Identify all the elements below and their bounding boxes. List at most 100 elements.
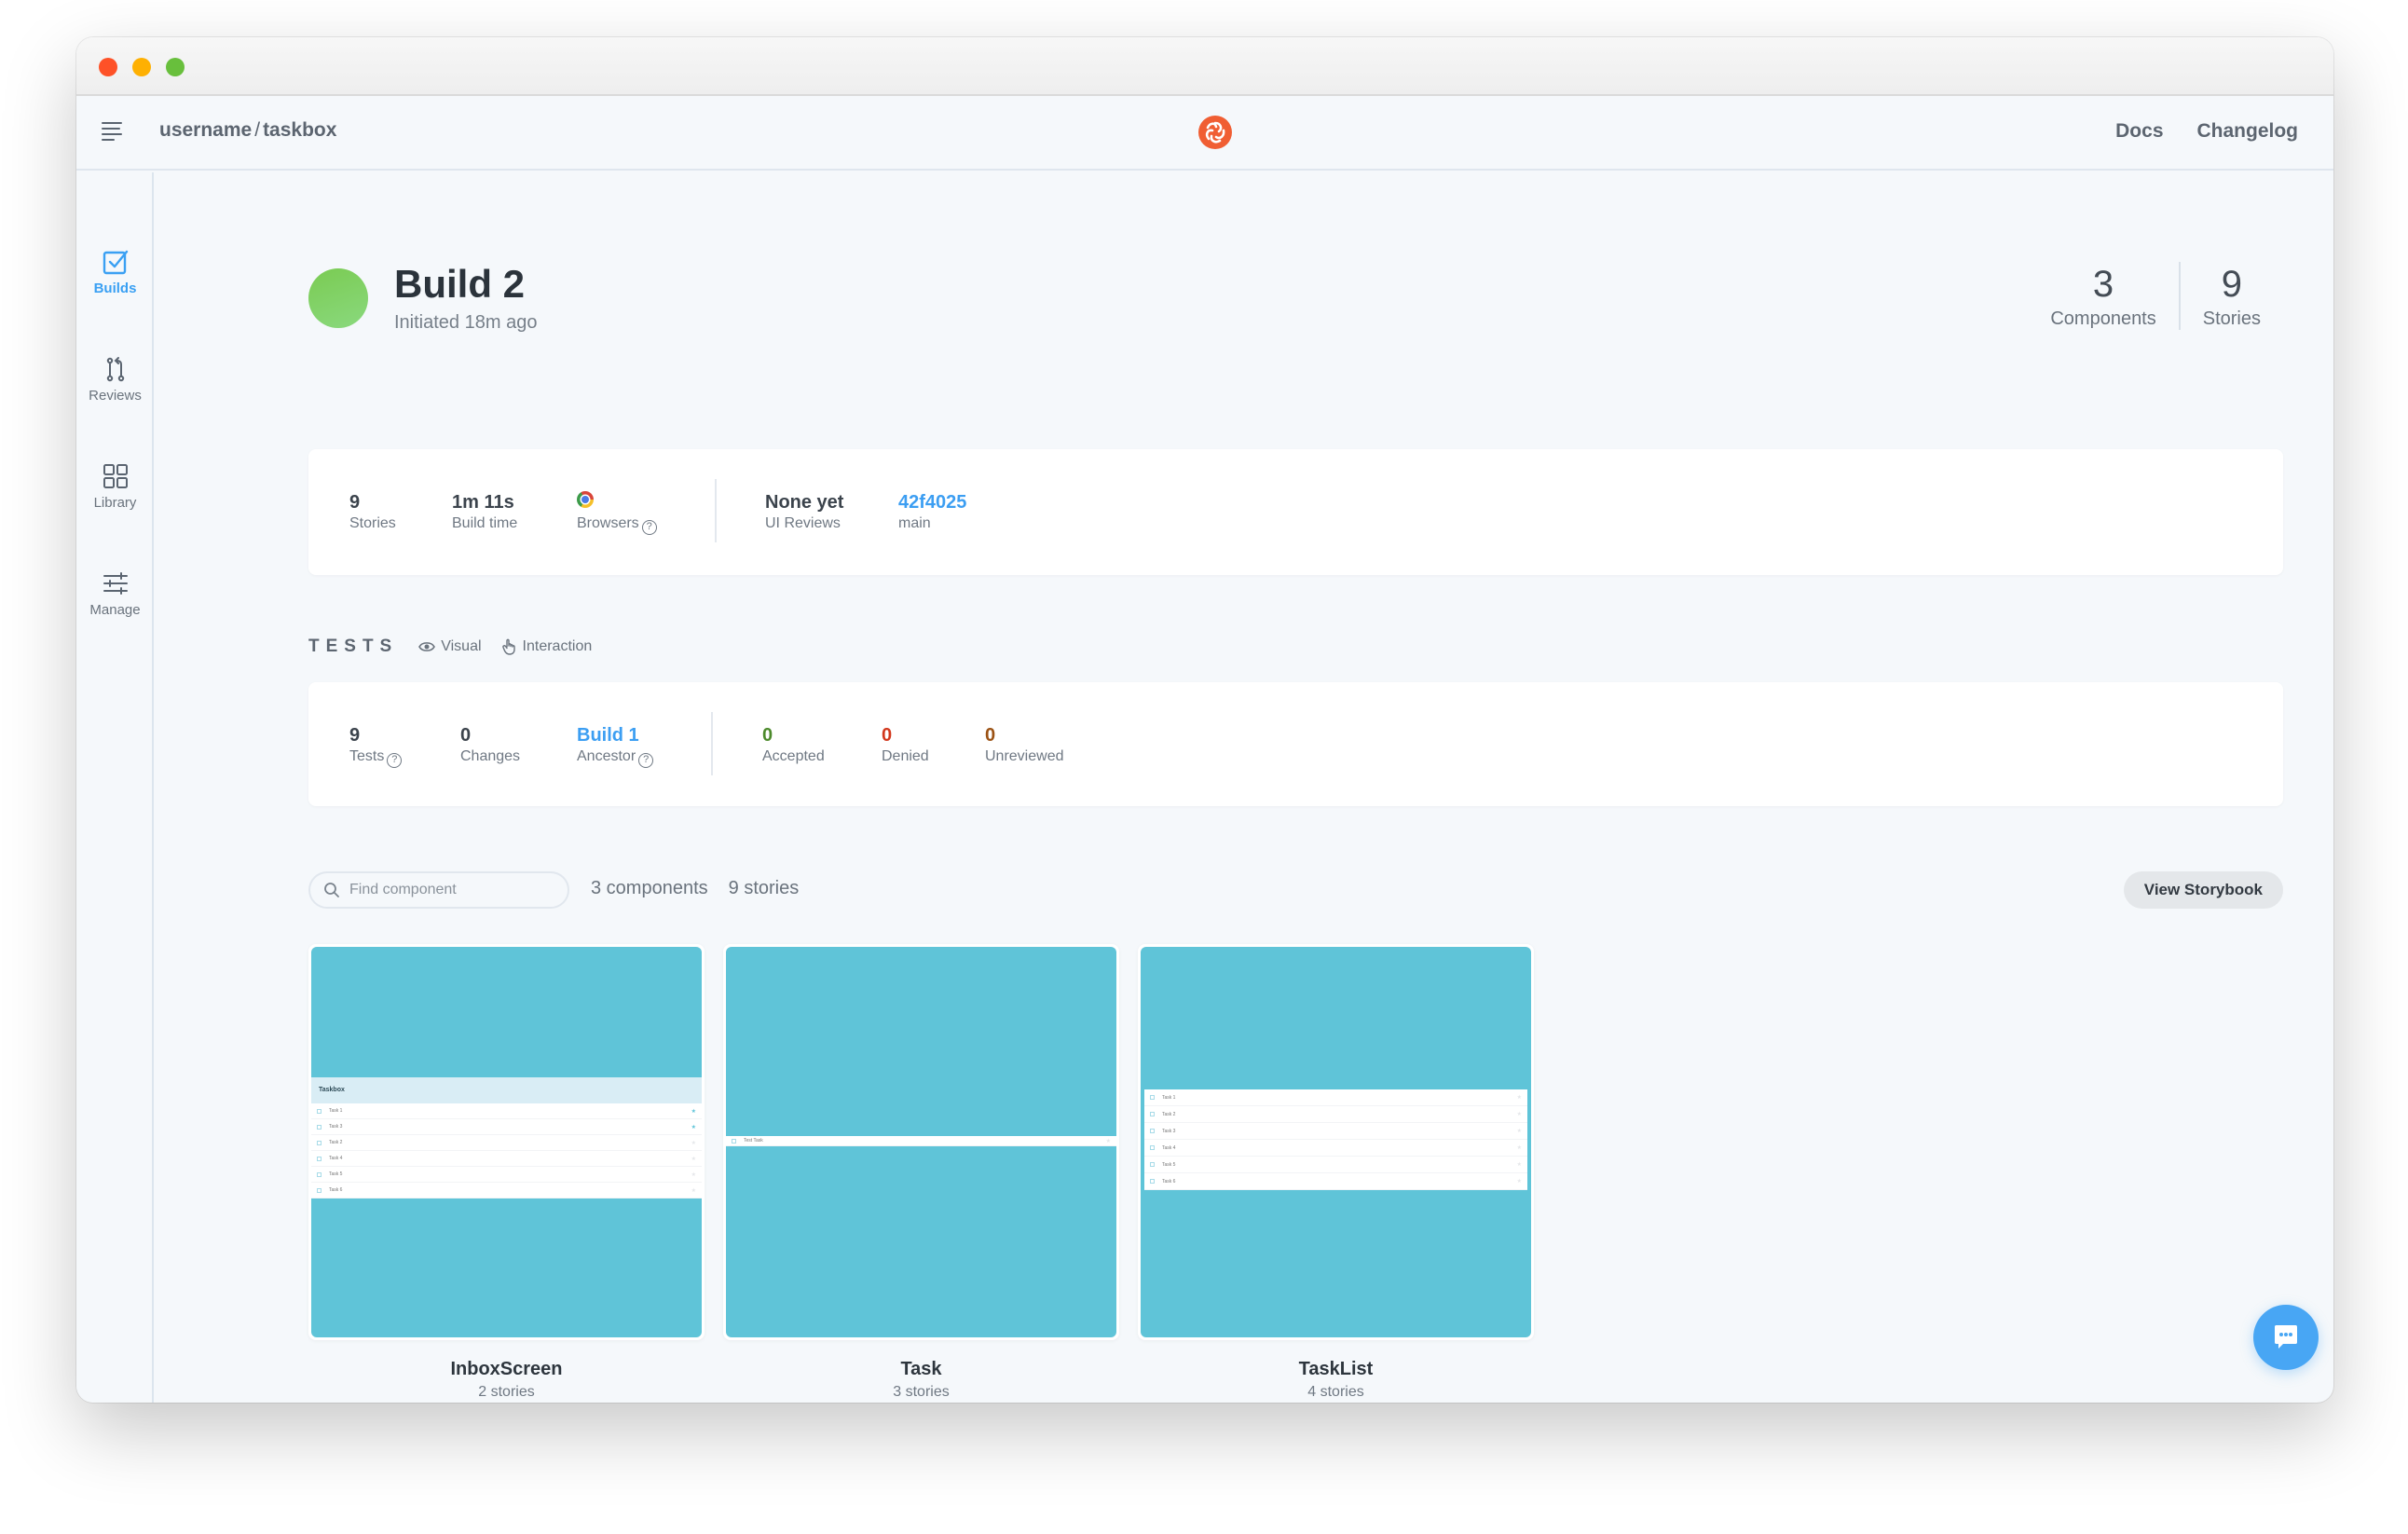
minimize-window-button[interactable]	[132, 58, 151, 76]
view-storybook-button[interactable]: View Storybook	[2123, 871, 2283, 909]
star-icon: ★	[1516, 1129, 1522, 1134]
metric-browsers: Browsers?	[577, 491, 657, 535]
pointer-hand-icon	[501, 638, 515, 655]
checkbox-icon	[103, 250, 128, 275]
star-icon: ★	[691, 1140, 696, 1146]
commit-link[interactable]: 42f4025	[898, 491, 966, 514]
preview-heading: Taskbox	[311, 1077, 702, 1103]
metric-value: 9	[349, 492, 361, 513]
tests-header: TESTS Visual Interaction	[308, 637, 592, 657]
preview-task-row: Task 2 ★	[1144, 1106, 1527, 1123]
pull-request-icon	[106, 357, 124, 382]
preview-task-row: Task 6 ★	[311, 1183, 702, 1198]
metric-label: Tests	[349, 748, 385, 764]
component-thumbnail[interactable]: Taskbox Task 1 ★ Task 3 ★ Task 2 ★ Task 4 ★ …	[308, 944, 705, 1340]
help-icon[interactable]: ?	[641, 520, 657, 535]
component-thumbnail[interactable]: Test Task ★	[723, 944, 1119, 1340]
star-icon: ★	[691, 1108, 696, 1115]
summary-label: Components	[2050, 308, 2156, 329]
preview-task-row: Task 4 ★	[311, 1151, 702, 1167]
docs-link[interactable]: Docs	[2115, 120, 2163, 143]
preview-task-row: Task 1 ★	[1144, 1089, 1527, 1106]
component-name[interactable]: Task	[723, 1359, 1119, 1380]
component-name[interactable]: TaskList	[1138, 1359, 1534, 1380]
app-window: username/taskbox Docs Changelog Builds	[76, 37, 2333, 1403]
metric-ancestor: Build 1 Ancestor?	[577, 724, 654, 768]
help-icon[interactable]: ?	[387, 753, 403, 768]
preview-task-row: Task 2 ★	[311, 1135, 702, 1151]
main-content: Build 2 Initiated 18m ago 3 Components 9…	[231, 172, 2333, 1403]
metric-unreviewed: 0 Unreviewed	[985, 724, 1063, 765]
metric-value: 0	[985, 725, 996, 746]
star-icon: ★	[691, 1187, 696, 1194]
sliders-icon	[103, 572, 128, 595]
star-icon: ★	[1105, 1138, 1111, 1144]
breadcrumb-owner[interactable]: username	[159, 119, 252, 141]
sidebar-item-label: Library	[93, 495, 137, 511]
preview-tasklist: Task 1 ★ Task 2 ★ Task 3 ★ Task 4 ★ Task 5 ★ …	[1144, 1089, 1527, 1190]
help-icon[interactable]: ?	[638, 753, 654, 768]
sidebar-item-builds[interactable]: Builds	[76, 249, 154, 296]
metric-denied: 0 Denied	[882, 724, 929, 765]
star-icon: ★	[1516, 1162, 1522, 1168]
ancestor-link[interactable]: Build 1	[577, 724, 653, 746]
component-name[interactable]: InboxScreen	[308, 1359, 705, 1380]
changelog-link[interactable]: Changelog	[2197, 120, 2299, 143]
metric-label: Ancestor	[577, 748, 636, 764]
build-summary: 3 Components 9 Stories	[2028, 262, 2283, 330]
sidebar-item-manage[interactable]: Manage	[76, 570, 154, 618]
window-titlebar	[76, 37, 2333, 96]
metric-label: Denied	[882, 748, 929, 764]
chat-bubble-icon	[2275, 1325, 2297, 1349]
maximize-window-button[interactable]	[166, 58, 185, 76]
find-component-input[interactable]	[349, 882, 554, 898]
breadcrumb: username / taskbox	[159, 119, 336, 142]
chat-support-button[interactable]	[2253, 1305, 2319, 1370]
metric-value: 0	[882, 725, 893, 746]
sidebar-item-reviews[interactable]: Reviews	[76, 356, 154, 404]
summary-label: Stories	[2202, 308, 2261, 329]
star-icon: ★	[691, 1171, 696, 1178]
preview-task-row: Task 1 ★	[311, 1103, 702, 1119]
metric-tests: 9 Tests?	[349, 724, 403, 768]
metric-stories: 9 Stories	[349, 491, 396, 532]
divider	[711, 712, 713, 775]
component-card-inboxscreen: Taskbox Task 1 ★ Task 3 ★ Task 2 ★ Task 4 ★ …	[308, 944, 705, 1401]
sidebar-item-label: Builds	[93, 281, 137, 296]
build-initiated: Initiated 18m ago	[394, 312, 538, 333]
component-card-tasklist: Task 1 ★ Task 2 ★ Task 3 ★ Task 4 ★ Task 5 ★ …	[1138, 944, 1534, 1401]
metric-label: Build time	[452, 515, 518, 531]
metric-build-time: 1m 11s Build time	[452, 491, 517, 532]
snapshot-preview: Task 1 ★ Task 2 ★ Task 3 ★ Task 4 ★ Task 5 ★ …	[1141, 947, 1531, 1337]
summary-stories: 9 Stories	[2178, 262, 2283, 330]
metric-value: None yet	[765, 492, 844, 513]
preview-task: Test Task ★	[726, 1136, 1116, 1146]
sidebar: Builds Reviews Library Manage	[76, 172, 154, 1403]
star-icon: ★	[691, 1124, 696, 1130]
branch-label: main	[898, 515, 931, 531]
build-status-indicator	[308, 268, 368, 328]
tab-visual[interactable]: Visual	[418, 638, 482, 655]
tab-label: Visual	[441, 638, 482, 654]
build-info-card: 9 Stories 1m 11s Build time Browsers? No…	[308, 449, 2283, 575]
grid-icon	[103, 464, 128, 488]
library-toolbar: 3 components 9 stories View Storybook	[308, 871, 2283, 909]
library-counts: 3 components 9 stories	[591, 878, 799, 899]
chromatic-logo-icon[interactable]	[1197, 115, 1233, 150]
menu-icon[interactable]	[102, 122, 122, 141]
preview-task-row: Task 3 ★	[1144, 1123, 1527, 1140]
divider	[715, 479, 717, 542]
tab-interaction[interactable]: Interaction	[501, 638, 592, 655]
breadcrumb-repo[interactable]: taskbox	[263, 119, 336, 141]
summary-components: 3 Components	[2028, 262, 2178, 330]
component-stories: 2 stories	[478, 1384, 535, 1400]
top-nav: Docs Changelog	[2115, 120, 2298, 143]
component-thumbnail[interactable]: Task 1 ★ Task 2 ★ Task 3 ★ Task 4 ★ Task 5 ★ …	[1138, 944, 1534, 1340]
top-header: username / taskbox Docs Changelog	[76, 96, 2333, 171]
metric-label: Stories	[349, 515, 396, 531]
metric-label: Accepted	[762, 748, 825, 764]
star-icon: ★	[1516, 1112, 1522, 1117]
preview-task-row: Test Task ★	[726, 1136, 1116, 1146]
sidebar-item-library[interactable]: Library	[76, 463, 154, 511]
close-window-button[interactable]	[99, 58, 117, 76]
